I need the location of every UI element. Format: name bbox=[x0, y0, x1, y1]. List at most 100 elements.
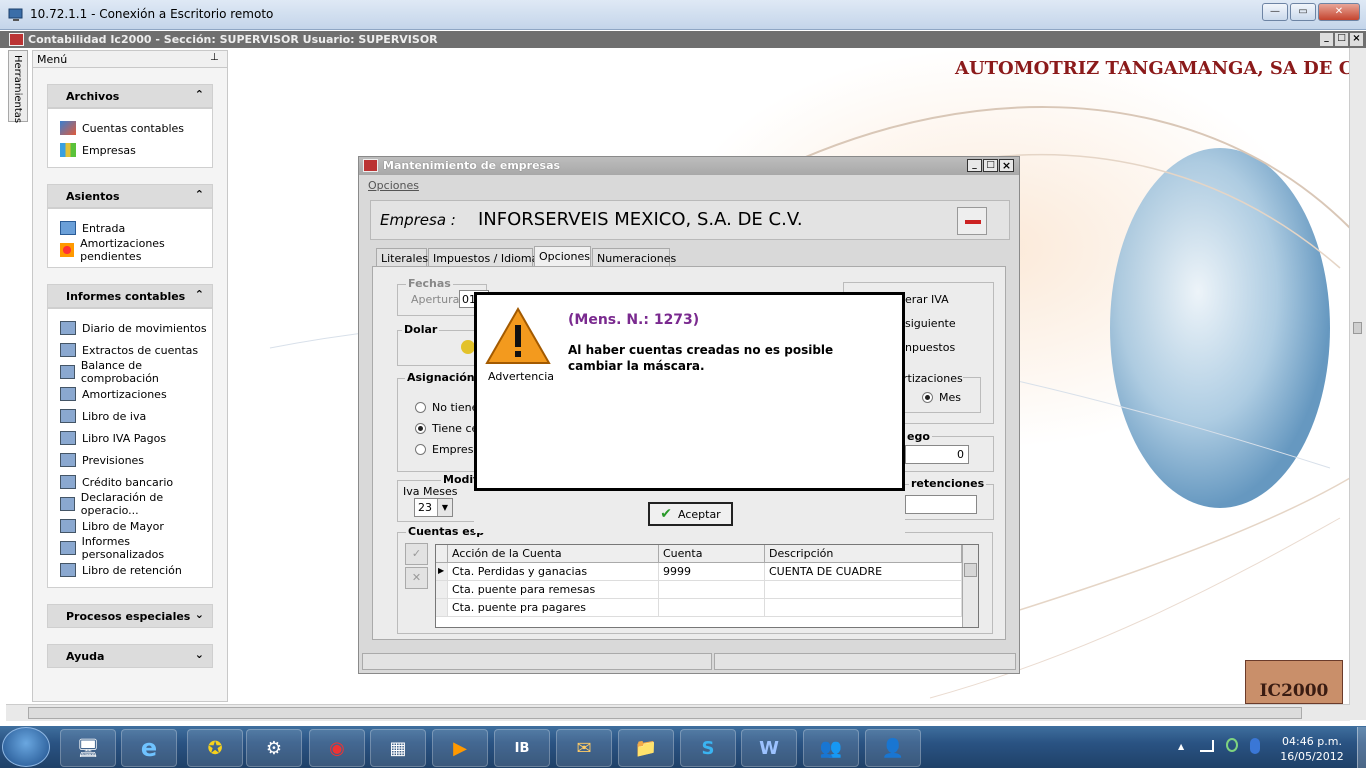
vertical-scrollbar[interactable] bbox=[1349, 48, 1366, 720]
dolar-label: Dolar bbox=[402, 323, 440, 336]
menu-item-empresas[interactable]: Empresas bbox=[60, 141, 136, 159]
menu-item-libro-mayor[interactable]: Libro de Mayor bbox=[60, 517, 164, 535]
menu-item-libro-iva-pagos[interactable]: Libro IVA Pagos bbox=[60, 429, 166, 447]
group-asientos-header[interactable]: Asientos ⌃ bbox=[47, 184, 213, 208]
grid-cell[interactable]: CUENTA DE CUADRE bbox=[765, 563, 962, 581]
menu-item-cuentas-contables[interactable]: Cuentas contables bbox=[60, 119, 184, 137]
explorer-icon[interactable]: 📁 bbox=[618, 729, 674, 767]
internet-explorer-icon[interactable]: e bbox=[121, 729, 177, 767]
group-archivos-header[interactable]: Archivos ⌃ bbox=[47, 84, 213, 108]
company-banner: AUTOMOTRIZ TANGAMANGA, SA DE C bbox=[955, 58, 1354, 79]
mwin-minimize-button[interactable]: _ bbox=[967, 159, 982, 172]
calculator-icon[interactable]: ▦ bbox=[370, 729, 426, 767]
iva-meses-select[interactable]: 23 ▼ bbox=[414, 498, 453, 517]
mwin-close-button[interactable]: × bbox=[999, 159, 1014, 172]
scroll-thumb[interactable] bbox=[964, 563, 977, 577]
app-restore-button[interactable]: □ bbox=[1335, 33, 1348, 46]
network-tray-icon[interactable] bbox=[1226, 738, 1238, 752]
radio-tiene-ce[interactable]: Tiene ce bbox=[415, 422, 478, 435]
confirm-icon[interactable]: ✓ bbox=[405, 543, 428, 565]
app-minimize-button[interactable]: _ bbox=[1320, 33, 1333, 46]
media-player-icon[interactable]: ▶ bbox=[432, 729, 488, 767]
group-ayuda-header[interactable]: Ayuda ⌄ bbox=[47, 644, 213, 668]
radio-empresa[interactable]: Empresa bbox=[415, 443, 480, 456]
menu-item-amortizaciones[interactable]: Amortizaciones bbox=[60, 385, 167, 403]
message-line-2: cambiar la máscara. bbox=[568, 359, 705, 373]
grid-cell[interactable] bbox=[765, 599, 962, 617]
group-procesos-header[interactable]: Procesos especiales ⌄ bbox=[47, 604, 213, 628]
menu-item-diario[interactable]: Diario de movimientos bbox=[60, 319, 207, 337]
settings-icon[interactable]: ⚙ bbox=[246, 729, 302, 767]
remote-desktop-icon[interactable]: 🖥 bbox=[60, 729, 116, 767]
menu-item-libro-retencion[interactable]: Libro de retención bbox=[60, 561, 182, 579]
skype-icon[interactable]: S bbox=[680, 729, 736, 767]
coins-icon bbox=[461, 340, 475, 354]
menu-item-libro-iva[interactable]: Libro de iva bbox=[60, 407, 146, 425]
empresa-value: INFORSERVEIS MEXICO, S.A. DE C.V. bbox=[478, 209, 803, 230]
word-icon[interactable]: W bbox=[741, 729, 797, 767]
horizontal-scrollbar[interactable] bbox=[6, 704, 1350, 721]
accept-button[interactable]: ✔ Aceptar bbox=[648, 502, 733, 526]
table-row[interactable]: Cta. puente pra pagares bbox=[448, 599, 659, 617]
grid-header-descripcion[interactable]: Descripción bbox=[765, 545, 962, 563]
network-icon[interactable]: 👥 bbox=[803, 729, 859, 767]
menu-opciones[interactable]: Opciones bbox=[368, 179, 419, 192]
show-desktop-button[interactable] bbox=[1357, 727, 1366, 768]
menu-item-previsiones[interactable]: Previsiones bbox=[60, 451, 144, 469]
ib-icon[interactable]: IB bbox=[494, 729, 550, 767]
status-cell bbox=[714, 653, 1016, 670]
radio-mes[interactable]: Mes bbox=[922, 391, 961, 404]
tab-numeraciones[interactable]: Numeraciones bbox=[592, 248, 676, 267]
scroll-thumb[interactable] bbox=[28, 707, 1302, 719]
menu-item-extractos[interactable]: Extractos de cuentas bbox=[60, 341, 198, 359]
app-close-button[interactable]: × bbox=[1350, 33, 1363, 46]
menu-item-declaracion[interactable]: Declaración de operacio... bbox=[60, 491, 212, 517]
row-indicator bbox=[436, 581, 448, 599]
report-icon bbox=[60, 409, 76, 423]
app-title-bar: Contabilidad Ic2000 - Sección: SUPERVISO… bbox=[0, 31, 1366, 48]
table-row[interactable]: Cta. Perdidas y ganacias bbox=[448, 563, 659, 581]
outlook-icon[interactable]: ✉ bbox=[556, 729, 612, 767]
retenciones-input[interactable] bbox=[905, 495, 977, 514]
menu-item-balance[interactable]: Balance de comprobación bbox=[60, 359, 212, 385]
users-icon[interactable]: 👤 bbox=[865, 729, 921, 767]
tab-literales[interactable]: Literales bbox=[376, 248, 428, 267]
pin-icon[interactable]: ⊥ bbox=[210, 52, 219, 63]
clock[interactable]: 04:46 p.m. 16/05/2012 bbox=[1272, 734, 1352, 764]
grid-cell[interactable] bbox=[659, 581, 765, 599]
chrome-icon[interactable]: ◉ bbox=[309, 729, 365, 767]
menu-header: Menú ⊥ bbox=[33, 51, 227, 68]
ic2000-icon[interactable]: ✪ bbox=[187, 729, 243, 767]
grid-cell[interactable]: 9999 bbox=[659, 563, 765, 581]
radio-no-tiene[interactable]: No tiene bbox=[415, 401, 478, 414]
menu-item-credito-bancario[interactable]: Crédito bancario bbox=[60, 473, 173, 491]
start-button[interactable] bbox=[2, 727, 50, 767]
grid-cell[interactable] bbox=[765, 581, 962, 599]
group-informes-header[interactable]: Informes contables ⌃ bbox=[47, 284, 213, 308]
tab-impuestos[interactable]: Impuestos / Idiomas bbox=[428, 248, 544, 267]
rdp-restore-button[interactable]: ▭ bbox=[1290, 3, 1316, 21]
scroll-thumb[interactable] bbox=[1353, 322, 1362, 334]
grid-header-cuenta[interactable]: Cuenta bbox=[659, 545, 765, 563]
group-asientos-body: Entrada Amortizaciones pendientes bbox=[47, 208, 213, 268]
rdp-close-button[interactable]: ✕ bbox=[1318, 3, 1360, 21]
menu-item-amortizaciones-pendientes[interactable]: Amortizaciones pendientes bbox=[60, 237, 212, 263]
grid-scrollbar[interactable] bbox=[962, 545, 978, 627]
tab-opciones[interactable]: Opciones bbox=[534, 246, 591, 267]
rdp-minimize-button[interactable]: — bbox=[1262, 3, 1288, 21]
menu-item-entrada[interactable]: Entrada bbox=[60, 219, 125, 237]
ego-input[interactable]: 0 bbox=[905, 445, 969, 464]
mwin-restore-button[interactable]: □ bbox=[983, 159, 998, 172]
tray-expand-icon[interactable]: ▲ bbox=[1178, 742, 1184, 751]
grid-header-accion[interactable]: Acción de la Cuenta bbox=[448, 545, 659, 563]
tools-side-tab[interactable]: Herramientas bbox=[8, 50, 28, 123]
menu-item-informes-personalizados[interactable]: Informes personalizados bbox=[60, 535, 212, 561]
rdp-title: 10.72.1.1 - Conexión a Escritorio remoto bbox=[30, 7, 274, 21]
signal-icon[interactable] bbox=[1200, 740, 1214, 752]
grid-cell[interactable] bbox=[659, 599, 765, 617]
expand-icon: ⌄ bbox=[194, 608, 204, 621]
remove-button[interactable] bbox=[957, 207, 987, 235]
cancel-icon[interactable]: ✕ bbox=[405, 567, 428, 589]
bluetooth-icon[interactable] bbox=[1250, 738, 1260, 754]
table-row[interactable]: Cta. puente para remesas bbox=[448, 581, 659, 599]
